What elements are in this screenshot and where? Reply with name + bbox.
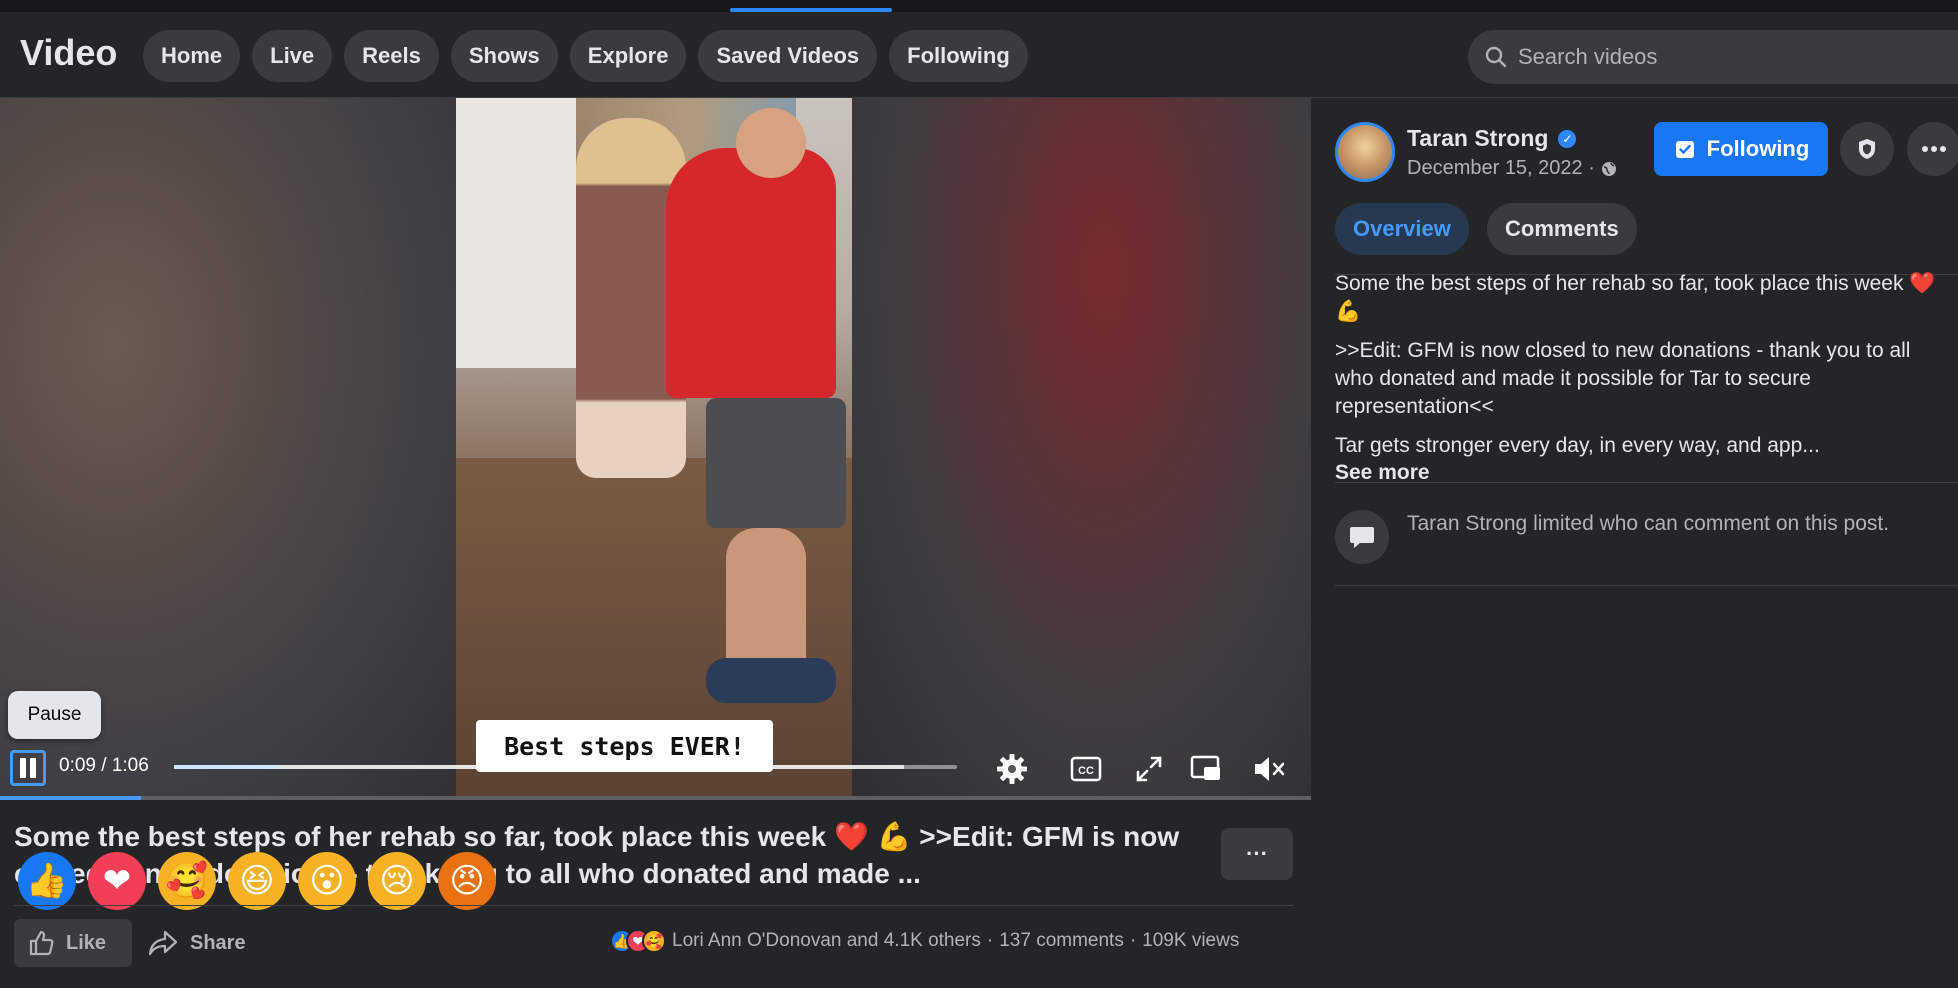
more-icon (1922, 146, 1946, 152)
views-count: 109K views (1142, 930, 1240, 951)
tab-comments[interactable]: Comments (1487, 203, 1637, 255)
tab-reels[interactable]: Reels (344, 30, 439, 82)
following-label: Following (1706, 136, 1810, 161)
author-name-row: Taran Strong ✓ (1407, 125, 1577, 152)
divider (1335, 482, 1958, 483)
thumbs-up-icon (29, 930, 54, 956)
pause-button[interactable] (10, 750, 46, 786)
more-options-button[interactable]: ··· (1221, 828, 1293, 880)
verified-badge-icon: ✓ (1558, 129, 1577, 148)
fullscreen-button[interactable] (1132, 752, 1166, 786)
comment-bubble-icon (1335, 510, 1389, 564)
like-label: Like (66, 931, 107, 954)
care-icon: 🥰 (642, 929, 666, 953)
reaction-haha-icon[interactable]: 😆 (228, 852, 286, 910)
share-button[interactable]: Share (148, 919, 246, 967)
settings-button[interactable] (995, 752, 1029, 786)
fullscreen-icon (1136, 756, 1162, 782)
reaction-sad-icon[interactable]: 😢 (368, 852, 426, 910)
following-button[interactable]: Following (1654, 122, 1828, 176)
comment-limited-notice: Taran Strong limited who can comment on … (1407, 512, 1890, 535)
muted-volume-icon (1255, 757, 1285, 781)
captions-icon: CC (1070, 756, 1102, 782)
active-tab-indicator (730, 8, 892, 12)
miniplayer-icon (1190, 755, 1220, 780)
reaction-angry-icon[interactable]: 😠 (438, 852, 496, 910)
shield-icon (1859, 139, 1875, 159)
divider (14, 905, 1293, 906)
description-paragraph: Some the best steps of her rehab so far,… (1335, 272, 1936, 323)
reaction-love-icon[interactable]: ❤ (88, 852, 146, 910)
tab-overview[interactable]: Overview (1335, 203, 1469, 255)
tab-saved-videos[interactable]: Saved Videos (698, 30, 878, 82)
video-player[interactable]: Best steps EVER! Pause 0:09 / 1:06 CC (0, 98, 1311, 800)
share-label: Share (190, 931, 246, 954)
description-paragraph: >>Edit: GFM is now closed to new donatio… (1335, 339, 1911, 418)
avatar[interactable] (1335, 122, 1395, 182)
more-menu-button[interactable] (1907, 122, 1958, 176)
pause-tooltip: Pause (8, 691, 101, 739)
tab-home[interactable]: Home (143, 30, 241, 82)
tab-following[interactable]: Following (889, 30, 1028, 82)
post-date: December 15, 2022 · (1407, 157, 1617, 180)
search-box[interactable] (1468, 30, 1958, 84)
timecode: 0:09 / 1:06 (59, 755, 149, 776)
video-frame[interactable] (456, 98, 852, 800)
top-bar: Video Home Live Reels Shows Explore Save… (0, 0, 1958, 98)
divider (1335, 585, 1958, 586)
search-input[interactable] (1518, 44, 1918, 70)
engagement-stats: 👍 ❤ 🥰 Lori Ann O'Donovan and 4.1K others… (610, 929, 1239, 953)
captions-button[interactable]: CC (1069, 752, 1103, 786)
like-button[interactable]: Like (14, 919, 132, 967)
globe-icon (1601, 161, 1616, 176)
reaction-summary[interactable]: 👍 ❤ 🥰 (610, 929, 666, 953)
reactors-text[interactable]: Lori Ann O'Donovan and 4.1K others (672, 930, 981, 952)
save-button[interactable] (1840, 122, 1894, 176)
mute-button[interactable] (1252, 752, 1286, 786)
tab-live[interactable]: Live (252, 30, 333, 82)
reaction-wow-icon[interactable]: 😮 (298, 852, 356, 910)
seek-bar[interactable] (174, 765, 957, 769)
following-check-icon (1675, 141, 1694, 158)
bottom-progress-bar (0, 796, 1311, 800)
svg-text:CC: CC (1078, 765, 1094, 777)
share-icon (148, 930, 178, 956)
tab-shows[interactable]: Shows (450, 30, 558, 82)
settings-icon (997, 754, 1027, 784)
reaction-picker: 👍 ❤ 🥰 😆 😮 😢 😠 (12, 850, 502, 912)
page-title: Video (20, 32, 118, 73)
reaction-care-icon[interactable]: 🥰 (158, 852, 216, 910)
comments-count[interactable]: 137 comments (999, 930, 1124, 952)
description-paragraph: Tar gets stronger every day, in every wa… (1335, 434, 1820, 457)
tab-explore[interactable]: Explore (569, 30, 687, 82)
pause-icon (20, 758, 26, 778)
search-icon (1485, 46, 1507, 68)
author-name[interactable]: Taran Strong (1407, 125, 1548, 152)
reaction-like-icon[interactable]: 👍 (18, 852, 76, 910)
blurred-backdrop-right (852, 98, 1311, 800)
miniplayer-button[interactable] (1189, 752, 1223, 786)
video-nav-tabs: Home Live Reels Shows Explore Saved Vide… (143, 30, 1028, 82)
